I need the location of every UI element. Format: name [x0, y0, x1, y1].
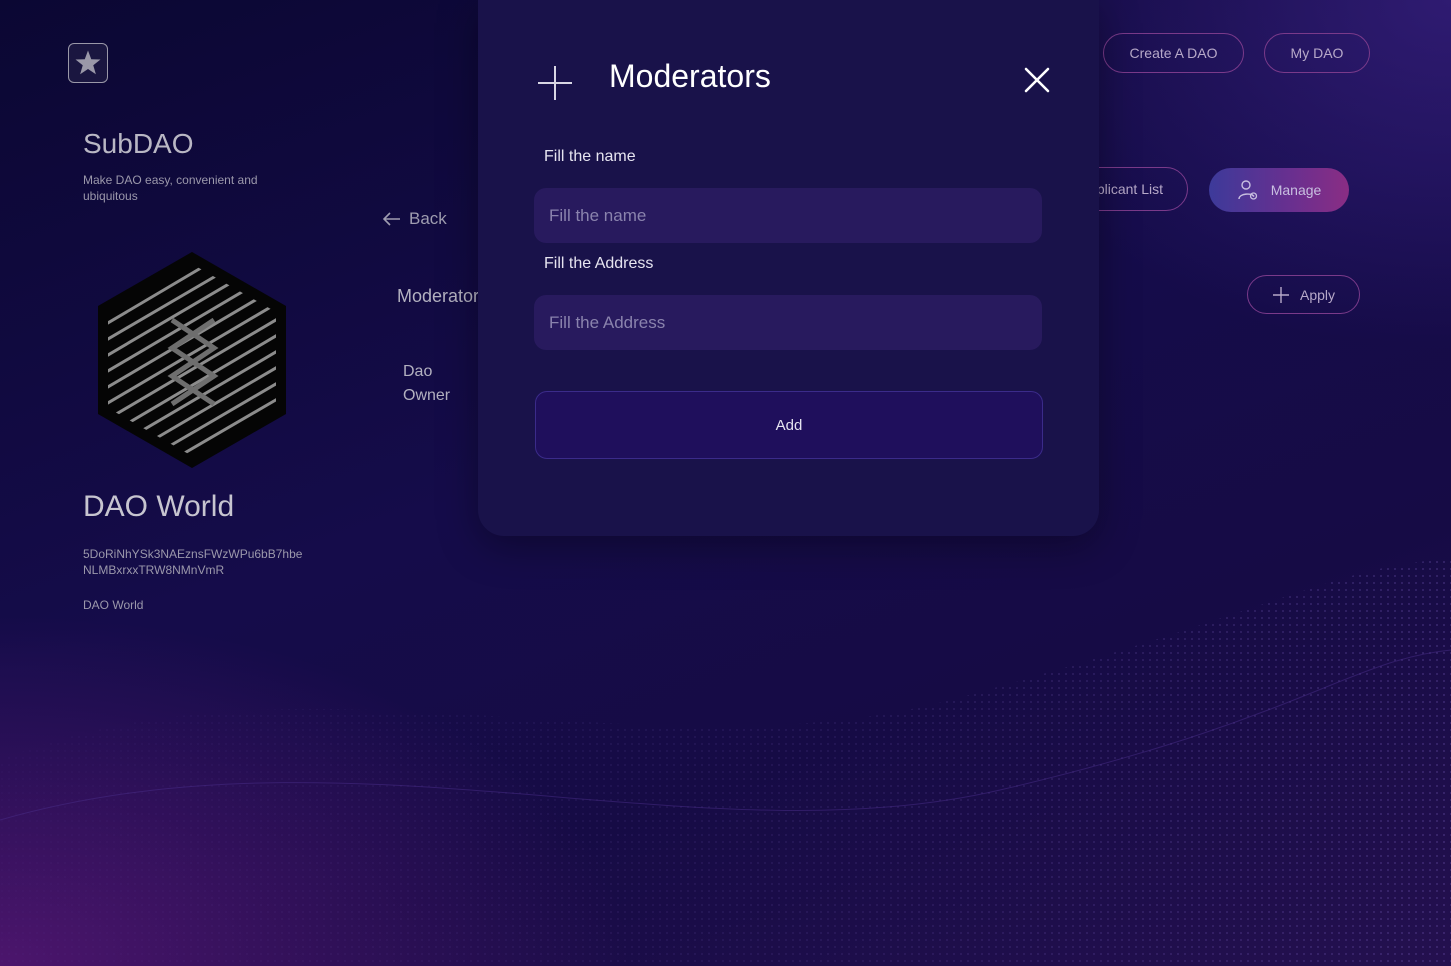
manage-label: Manage [1270, 182, 1322, 198]
address-field-label: Fill the Address [544, 255, 654, 272]
moderators-section-label: Moderators [397, 286, 489, 306]
apply-label: Apply [1299, 286, 1336, 303]
close-icon[interactable] [1024, 67, 1050, 93]
add-button[interactable]: Add [535, 391, 1043, 459]
address-input[interactable] [534, 295, 1042, 350]
plus-icon [538, 66, 572, 100]
app-root: SubDAO Make DAO easy, convenient and ubi… [0, 0, 1451, 966]
plus-icon [1272, 286, 1289, 303]
name-input[interactable] [534, 188, 1042, 243]
user-gear-icon [1238, 180, 1257, 200]
dao-name: DAO World [83, 490, 235, 523]
name-field-label: Fill the name [544, 148, 636, 165]
tab-manage[interactable]: Manage [1209, 168, 1349, 212]
brand-tagline: Make DAO easy, convenient and ubiquitous [83, 173, 258, 203]
moderators-modal: Moderators Fill the name Fill the Addres… [478, 0, 1099, 536]
back-label: Back [409, 209, 447, 228]
star-icon [75, 50, 101, 75]
brand-title: SubDAO [83, 128, 194, 159]
create-dao-button[interactable]: Create A DAO [1103, 33, 1244, 73]
dao-owner-label: Dao Owner [403, 363, 451, 404]
logo-button[interactable] [68, 43, 108, 83]
dao-logo [98, 252, 286, 468]
modal-title: Moderators [609, 58, 771, 94]
apply-button[interactable]: Apply [1247, 275, 1360, 314]
back-link[interactable]: Back [383, 209, 447, 229]
dao-address: 5DoRiNhYSk3NAEznsFWzWPu6bB7hbeNLMBxrxxTR… [83, 547, 303, 577]
arrow-left-icon [383, 212, 400, 226]
dao-description: DAO World [83, 598, 144, 612]
my-dao-button[interactable]: My DAO [1264, 33, 1370, 73]
